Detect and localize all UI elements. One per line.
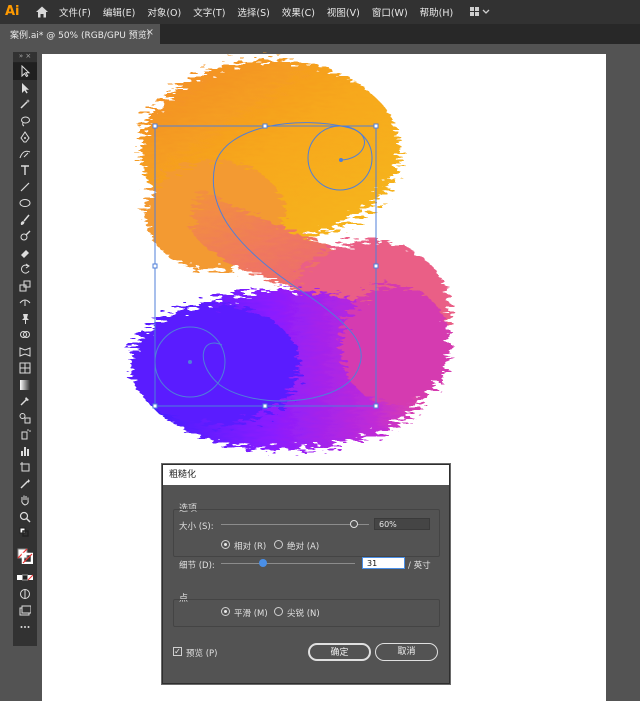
- detail-unit-label: / 英寸: [408, 561, 431, 571]
- smooth-label: 平滑 (M): [234, 609, 268, 619]
- detail-slider-handle[interactable]: [258, 559, 267, 567]
- size-slider-track[interactable]: [221, 524, 369, 525]
- size-label: 大小 (S):: [179, 522, 214, 532]
- detail-value-field[interactable]: 31: [362, 557, 405, 569]
- corner-radio[interactable]: [274, 607, 283, 616]
- detail-label: 细节 (D):: [179, 561, 215, 571]
- preview-checkbox[interactable]: ✓: [173, 647, 182, 656]
- absolute-radio[interactable]: [274, 540, 283, 549]
- dialog-title: 粗糙化: [163, 465, 449, 485]
- absolute-label: 绝对 (A): [287, 542, 320, 552]
- relative-radio[interactable]: [221, 540, 230, 549]
- cancel-button[interactable]: 取消: [375, 643, 438, 661]
- roughen-dialog: 粗糙化 选项 大小 (S): 60% 相对 (R) 绝对 (A) 细节 (D):…: [162, 464, 450, 684]
- corner-label: 尖锐 (N): [287, 609, 320, 619]
- ok-button[interactable]: 确定: [308, 643, 371, 661]
- fur-strokes: [130, 60, 450, 450]
- smooth-radio[interactable]: [221, 607, 230, 616]
- size-value-field[interactable]: 60%: [374, 518, 430, 530]
- relative-label: 相对 (R): [234, 542, 267, 552]
- anchor-point[interactable]: [339, 158, 343, 162]
- anchor-point[interactable]: [188, 360, 192, 364]
- preview-label: 预览 (P): [186, 649, 218, 659]
- detail-slider-track[interactable]: [221, 563, 355, 564]
